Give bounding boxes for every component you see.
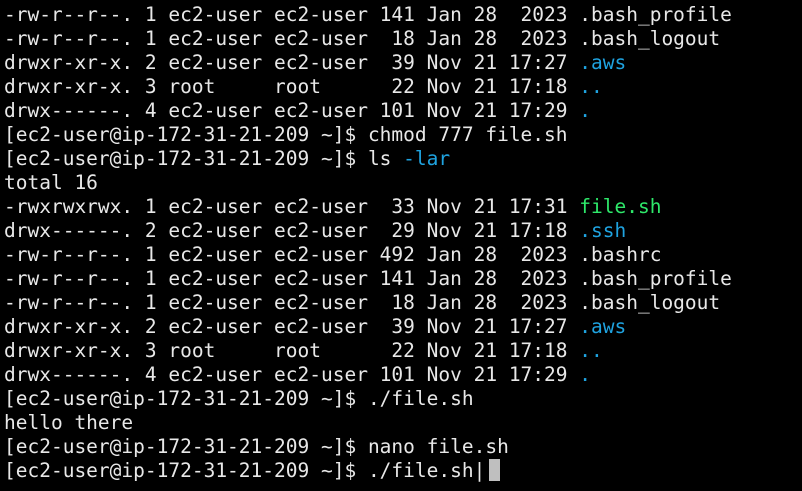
terminal-output-line: hello there [4,411,802,435]
terminal-text: -rw-r--r--. 1 ec2-user ec2-user 492 Jan … [4,243,580,266]
terminal-output-line: total 16 [4,171,802,195]
terminal-text: drwx------. 4 ec2-user ec2-user 101 Nov … [4,363,580,386]
directory-name: . [579,99,592,122]
terminal-prompt-line: [ec2-user@ip-172-31-21-209 ~]$ nano file… [4,435,802,459]
terminal-ls-row: -rw-r--r--. 1 ec2-user ec2-user 141 Jan … [4,267,802,291]
terminal-text: .bash_logout [579,27,721,50]
terminal-text: .bashrc [579,243,662,266]
terminal-text: .bash_profile [579,267,732,290]
terminal-prompt-line: [ec2-user@ip-172-31-21-209 ~]$ ./file.sh [4,387,802,411]
terminal-text: [ec2-user@ip-172-31-21-209 ~]$ ls [4,147,404,170]
terminal-ls-row: drwx------. 2 ec2-user ec2-user 29 Nov 2… [4,219,802,243]
terminal-text: -rwxrwxrwx. 1 ec2-user ec2-user 33 Nov 2… [4,195,580,218]
terminal-text: -rw-r--r--. 1 ec2-user ec2-user 18 Jan 2… [4,291,580,314]
directory-name: .ssh [579,219,627,242]
terminal-ls-row: -rwxrwxrwx. 1 ec2-user ec2-user 33 Nov 2… [4,195,802,219]
terminal-text: -rw-r--r--. 1 ec2-user ec2-user 18 Jan 2… [4,27,580,50]
terminal-text: .bash_logout [579,291,721,314]
terminal-prompt-line[interactable]: [ec2-user@ip-172-31-21-209 ~]$ ./file.sh… [4,459,802,483]
terminal-text: drwx------. 4 ec2-user ec2-user 101 Nov … [4,99,580,122]
terminal-ls-row: -rw-r--r--. 1 ec2-user ec2-user 18 Jan 2… [4,291,802,315]
terminal-ls-row: drwx------. 4 ec2-user ec2-user 101 Nov … [4,363,802,387]
directory-name: . [579,363,592,386]
terminal-text: [ec2-user@ip-172-31-21-209 ~]$ ./file.sh… [4,459,486,482]
terminal-text: [ec2-user@ip-172-31-21-209 ~]$ nano file… [4,435,509,458]
directory-name: -lar [403,147,451,170]
terminal-text: drwxr-xr-x. 3 root root 22 Nov 21 17:18 [4,75,580,98]
directory-name: .aws [579,315,627,338]
directory-name: .. [579,75,603,98]
terminal-ls-row: drwxr-xr-x. 2 ec2-user ec2-user 39 Nov 2… [4,315,802,339]
terminal-ls-row: drwxr-xr-x. 2 ec2-user ec2-user 39 Nov 2… [4,51,802,75]
text-cursor [489,459,501,481]
terminal-text: -rw-r--r--. 1 ec2-user ec2-user 141 Jan … [4,3,580,26]
terminal-text: total 16 [4,171,98,194]
terminal-ls-row: -rw-r--r--. 1 ec2-user ec2-user 18 Jan 2… [4,27,802,51]
terminal-ls-row: drwx------. 4 ec2-user ec2-user 101 Nov … [4,99,802,123]
terminal-text: [ec2-user@ip-172-31-21-209 ~]$ chmod 777… [4,123,568,146]
terminal-ls-row: drwxr-xr-x. 3 root root 22 Nov 21 17:18 … [4,339,802,363]
terminal-text: -rw-r--r--. 1 ec2-user ec2-user 141 Jan … [4,267,580,290]
terminal-window[interactable]: -rw-r--r--. 1 ec2-user ec2-user 141 Jan … [0,0,802,491]
directory-name: .. [579,339,603,362]
terminal-text: drwx------. 2 ec2-user ec2-user 29 Nov 2… [4,219,580,242]
terminal-ls-row: -rw-r--r--. 1 ec2-user ec2-user 141 Jan … [4,3,802,27]
terminal-text: [ec2-user@ip-172-31-21-209 ~]$ ./file.sh [4,387,474,410]
terminal-text: drwxr-xr-x. 2 ec2-user ec2-user 39 Nov 2… [4,51,580,74]
directory-name: .aws [579,51,627,74]
terminal-prompt-line: [ec2-user@ip-172-31-21-209 ~]$ chmod 777… [4,123,802,147]
terminal-prompt-line: [ec2-user@ip-172-31-21-209 ~]$ ls -lar [4,147,802,171]
terminal-text: .bash_profile [579,3,732,26]
executable-name: file.sh [579,195,662,218]
terminal-text: drwxr-xr-x. 3 root root 22 Nov 21 17:18 [4,339,580,362]
terminal-ls-row: -rw-r--r--. 1 ec2-user ec2-user 492 Jan … [4,243,802,267]
terminal-text: drwxr-xr-x. 2 ec2-user ec2-user 39 Nov 2… [4,315,580,338]
terminal-text: hello there [4,411,134,434]
terminal-ls-row: drwxr-xr-x. 3 root root 22 Nov 21 17:18 … [4,75,802,99]
